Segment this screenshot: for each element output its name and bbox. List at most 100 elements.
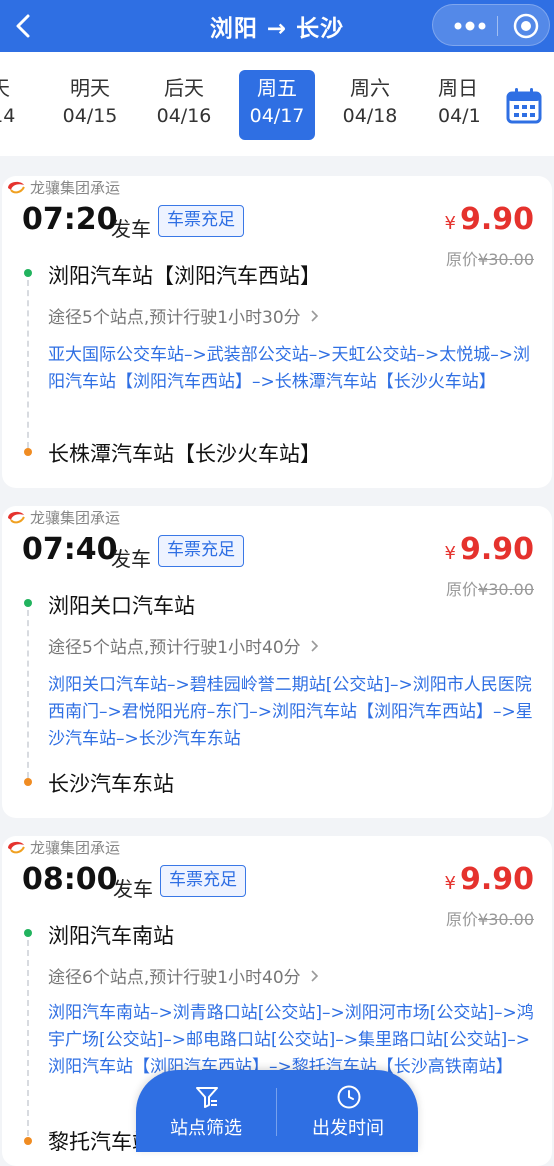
destination-station: 长沙汽车东站 <box>48 772 174 796</box>
departure-time: 07:40 <box>22 532 118 567</box>
departure-time-label: 出发时间 <box>312 1118 384 1139</box>
trip-card[interactable]: 龙骧集团承运 07:20 发车 车票充足 ¥9.90 原价¥30.00 浏阳汽车… <box>2 176 552 488</box>
date-tab-sunday[interactable]: 周日 04/1 <box>426 70 484 140</box>
origin-dot <box>24 929 32 937</box>
origin-dot <box>24 599 32 607</box>
capsule-divider <box>497 16 498 36</box>
clock-icon <box>337 1085 361 1109</box>
carrier-info: 龙骧集团承运 <box>6 176 120 198</box>
price: ¥9.90 <box>445 532 534 567</box>
bottom-bar-divider <box>276 1088 277 1136</box>
stop-list: 浏阳汽车南站–>浏青路口站[公交站]–>浏阳河市场[公交站]–>鸿宇广场[公交站… <box>48 1003 534 1077</box>
date-value-label: 04/18 <box>342 105 398 127</box>
more-dots-icon <box>454 21 486 31</box>
chevron-right-icon <box>311 310 319 322</box>
carrier-info: 龙骧集团承运 <box>6 836 120 858</box>
original-price-value: ¥30.00 <box>478 910 534 929</box>
date-day-label: 后天 <box>164 76 204 100</box>
currency-symbol: ¥ <box>444 543 456 564</box>
date-value-label: 04/17 <box>249 105 305 127</box>
destination-dot <box>24 448 32 456</box>
destination-station: 长株潭汽车站【长沙火车站】 <box>48 442 321 466</box>
destination-dot <box>24 1137 32 1145</box>
chevron-right-icon <box>311 640 319 652</box>
departure-time-button[interactable]: 出发时间 <box>278 1070 418 1152</box>
original-price-value: ¥30.00 <box>478 250 534 269</box>
route-summary-text: 途径6个站点,预计行驶1小时40分 <box>48 968 301 988</box>
original-price: 原价¥30.00 <box>446 246 534 270</box>
origin-station: 浏阳关口汽车站 <box>48 594 195 618</box>
destination-dot <box>24 778 32 786</box>
original-price: 原价¥30.00 <box>446 576 534 600</box>
price-value: 9.90 <box>459 532 534 567</box>
price: ¥9.90 <box>445 202 534 237</box>
target-circle-icon <box>513 13 539 39</box>
date-tab-today[interactable]: 天 /14 <box>0 70 38 140</box>
origin-dot <box>24 269 32 277</box>
bottom-filter-bar: 站点筛选 出发时间 <box>136 1070 418 1152</box>
route-summary[interactable]: 途径6个站点,预计行驶1小时40分 <box>48 963 320 988</box>
calendar-button[interactable] <box>504 86 544 126</box>
currency-symbol: ¥ <box>444 873 456 894</box>
original-price-label: 原价 <box>446 580 479 599</box>
price-value: 9.90 <box>459 202 534 237</box>
date-day-label: 天 <box>0 74 38 102</box>
nav-header: 浏阳 → 长沙 <box>0 0 554 52</box>
date-value-label: 04/15 <box>62 105 118 127</box>
departure-time: 08:00 <box>22 862 118 897</box>
stop-list: 亚大国际公交车站–>武装部公交站–>天虹公交站–>太悦城–>浏阳汽车站【浏阳汽车… <box>48 345 530 392</box>
trip-card[interactable]: 龙骧集团承运 07:40 发车 车票充足 ¥9.90 原价¥30.00 浏阳关口… <box>2 506 552 818</box>
carrier-logo-icon <box>8 511 25 524</box>
more-button[interactable] <box>445 5 495 47</box>
date-value-label: /14 <box>0 105 16 127</box>
carrier-name: 龙骧集团承运 <box>30 508 121 527</box>
stop-list: 浏阳关口汽车站–>碧桂园岭誉二期站[公交站]–>浏阳市人民医院西南门–>君悦阳光… <box>48 675 533 749</box>
route-summary[interactable]: 途径5个站点,预计行驶1小时40分 <box>48 633 320 658</box>
date-value-label: 04/1 <box>438 105 481 127</box>
depart-label: 发车 <box>113 877 153 901</box>
route-line <box>27 940 29 1136</box>
original-price-label: 原价 <box>446 250 479 269</box>
carrier-name: 龙骧集团承运 <box>30 178 121 197</box>
depart-label: 发车 <box>111 217 151 241</box>
date-day-label: 明天 <box>70 76 110 100</box>
price: ¥9.90 <box>445 862 534 897</box>
route-summary-text: 途径5个站点,预计行驶1小时40分 <box>48 638 301 658</box>
calendar-icon <box>506 88 542 124</box>
station-filter-label: 站点筛选 <box>170 1118 242 1139</box>
route-summary[interactable]: 途径5个站点,预计行驶1小时30分 <box>48 303 320 328</box>
date-day-label: 周日 <box>438 76 478 100</box>
ticket-status-badge: 车票充足 <box>158 535 244 567</box>
date-day-label: 周五 <box>257 76 297 100</box>
route-summary-text: 途径5个站点,预计行驶1小时30分 <box>48 308 301 328</box>
price-value: 9.90 <box>459 862 534 897</box>
carrier-name: 龙骧集团承运 <box>30 838 121 857</box>
date-tab-saturday[interactable]: 周六 04/18 <box>332 70 408 140</box>
chevron-right-icon <box>311 970 319 982</box>
origin-station: 浏阳汽车南站 <box>48 924 174 948</box>
original-price: 原价¥30.00 <box>446 906 534 930</box>
close-miniapp-button[interactable] <box>505 5 547 47</box>
carrier-info: 龙骧集团承运 <box>6 506 120 528</box>
date-day-label: 周六 <box>350 76 390 100</box>
carrier-logo-icon <box>8 181 25 194</box>
date-tab-day-after[interactable]: 后天 04/16 <box>146 70 222 140</box>
depart-label: 发车 <box>111 547 151 571</box>
date-value-label: 04/16 <box>156 105 212 127</box>
departure-time: 07:20 <box>22 202 118 237</box>
route-line <box>27 610 29 778</box>
miniapp-capsule <box>432 4 550 46</box>
date-tab-tomorrow[interactable]: 明天 04/15 <box>52 70 128 140</box>
carrier-logo-icon <box>8 841 25 854</box>
ticket-status-badge: 车票充足 <box>160 865 246 897</box>
ticket-status-badge: 车票充足 <box>158 205 244 237</box>
date-tab-friday-selected[interactable]: 周五 04/17 <box>239 70 315 140</box>
currency-symbol: ¥ <box>444 213 456 234</box>
route-line <box>27 280 29 448</box>
original-price-value: ¥30.00 <box>478 580 534 599</box>
origin-station: 浏阳汽车站【浏阳汽车西站】 <box>48 264 321 288</box>
original-price-label: 原价 <box>446 910 479 929</box>
filter-icon <box>196 1087 218 1108</box>
station-filter-button[interactable]: 站点筛选 <box>136 1070 276 1152</box>
date-selector: 天 /14 明天 04/15 后天 04/16 周五 04/17 周六 04/1… <box>0 52 554 156</box>
